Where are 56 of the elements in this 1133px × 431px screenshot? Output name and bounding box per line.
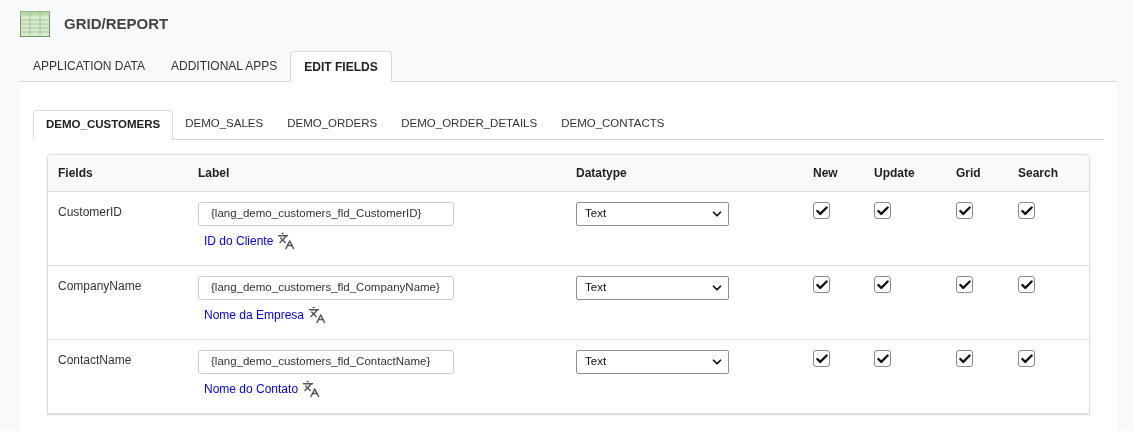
checkbox[interactable] — [956, 276, 973, 293]
checkbox[interactable] — [956, 350, 973, 367]
check-icon — [957, 351, 972, 366]
checkbox[interactable] — [813, 276, 830, 293]
tab[interactable]: DEMO_ORDER_DETAILS — [389, 109, 550, 139]
field-name: CompanyName — [58, 278, 142, 295]
checkbox[interactable] — [1018, 350, 1035, 367]
field-name: ContactName — [58, 352, 132, 369]
page-title: GRID/REPORT — [64, 13, 169, 34]
checkbox[interactable] — [1018, 202, 1035, 219]
column-header: Fields — [58, 165, 93, 182]
translation-link[interactable]: ID do Cliente — [204, 232, 274, 250]
translate-icon[interactable] — [277, 232, 296, 250]
tab[interactable]: DEMO_CONTACTS — [549, 109, 677, 139]
translation-link[interactable]: Nome da Empresa — [204, 306, 305, 324]
tab[interactable]: DEMO_ORDERS — [275, 109, 390, 139]
checkbox[interactable] — [874, 350, 891, 367]
datatype-select[interactable]: Text — [576, 350, 729, 374]
checkbox[interactable] — [813, 350, 830, 367]
checkbox[interactable] — [874, 276, 891, 293]
tab[interactable]: DEMO_SALES — [173, 109, 276, 139]
checkbox[interactable] — [956, 202, 973, 219]
column-header: Update — [874, 165, 915, 182]
translate-icon[interactable] — [302, 380, 321, 398]
checkbox[interactable] — [813, 202, 830, 219]
spreadsheet-icon — [20, 11, 50, 37]
datatype-select[interactable]: Text — [576, 202, 729, 226]
label-input[interactable]: {lang_demo_customers_fld_CompanyName} — [198, 276, 454, 300]
column-header: Datatype — [576, 165, 627, 182]
column-header: New — [813, 165, 838, 182]
column-header: Grid — [956, 165, 981, 182]
check-icon — [1019, 203, 1034, 218]
label-input[interactable]: {lang_demo_customers_fld_ContactName} — [198, 350, 454, 374]
column-header: Label — [198, 165, 230, 182]
checkbox[interactable] — [874, 202, 891, 219]
check-icon — [957, 203, 972, 218]
check-icon — [957, 277, 972, 292]
checkbox[interactable] — [1018, 276, 1035, 293]
check-icon — [814, 277, 829, 292]
check-icon — [814, 351, 829, 366]
check-icon — [1019, 351, 1034, 366]
translation-link[interactable]: Nome do Contato — [204, 380, 299, 398]
tab[interactable]: APPLICATION DATA — [20, 50, 159, 81]
field-name: CustomerID — [58, 204, 122, 221]
translate-icon[interactable] — [308, 306, 327, 324]
label-input[interactable]: {lang_demo_customers_fld_CustomerID} — [198, 202, 454, 226]
check-icon — [875, 351, 890, 366]
check-icon — [1019, 277, 1034, 292]
check-icon — [814, 203, 829, 218]
tab[interactable]: DEMO_CUSTOMERS — [33, 110, 174, 140]
tab[interactable]: ADDITIONAL APPS — [158, 50, 291, 81]
tab[interactable]: EDIT FIELDS — [290, 51, 392, 82]
datatype-select[interactable]: Text — [576, 276, 729, 300]
column-header: Search — [1018, 165, 1059, 182]
check-icon — [875, 277, 890, 292]
check-icon — [875, 203, 890, 218]
